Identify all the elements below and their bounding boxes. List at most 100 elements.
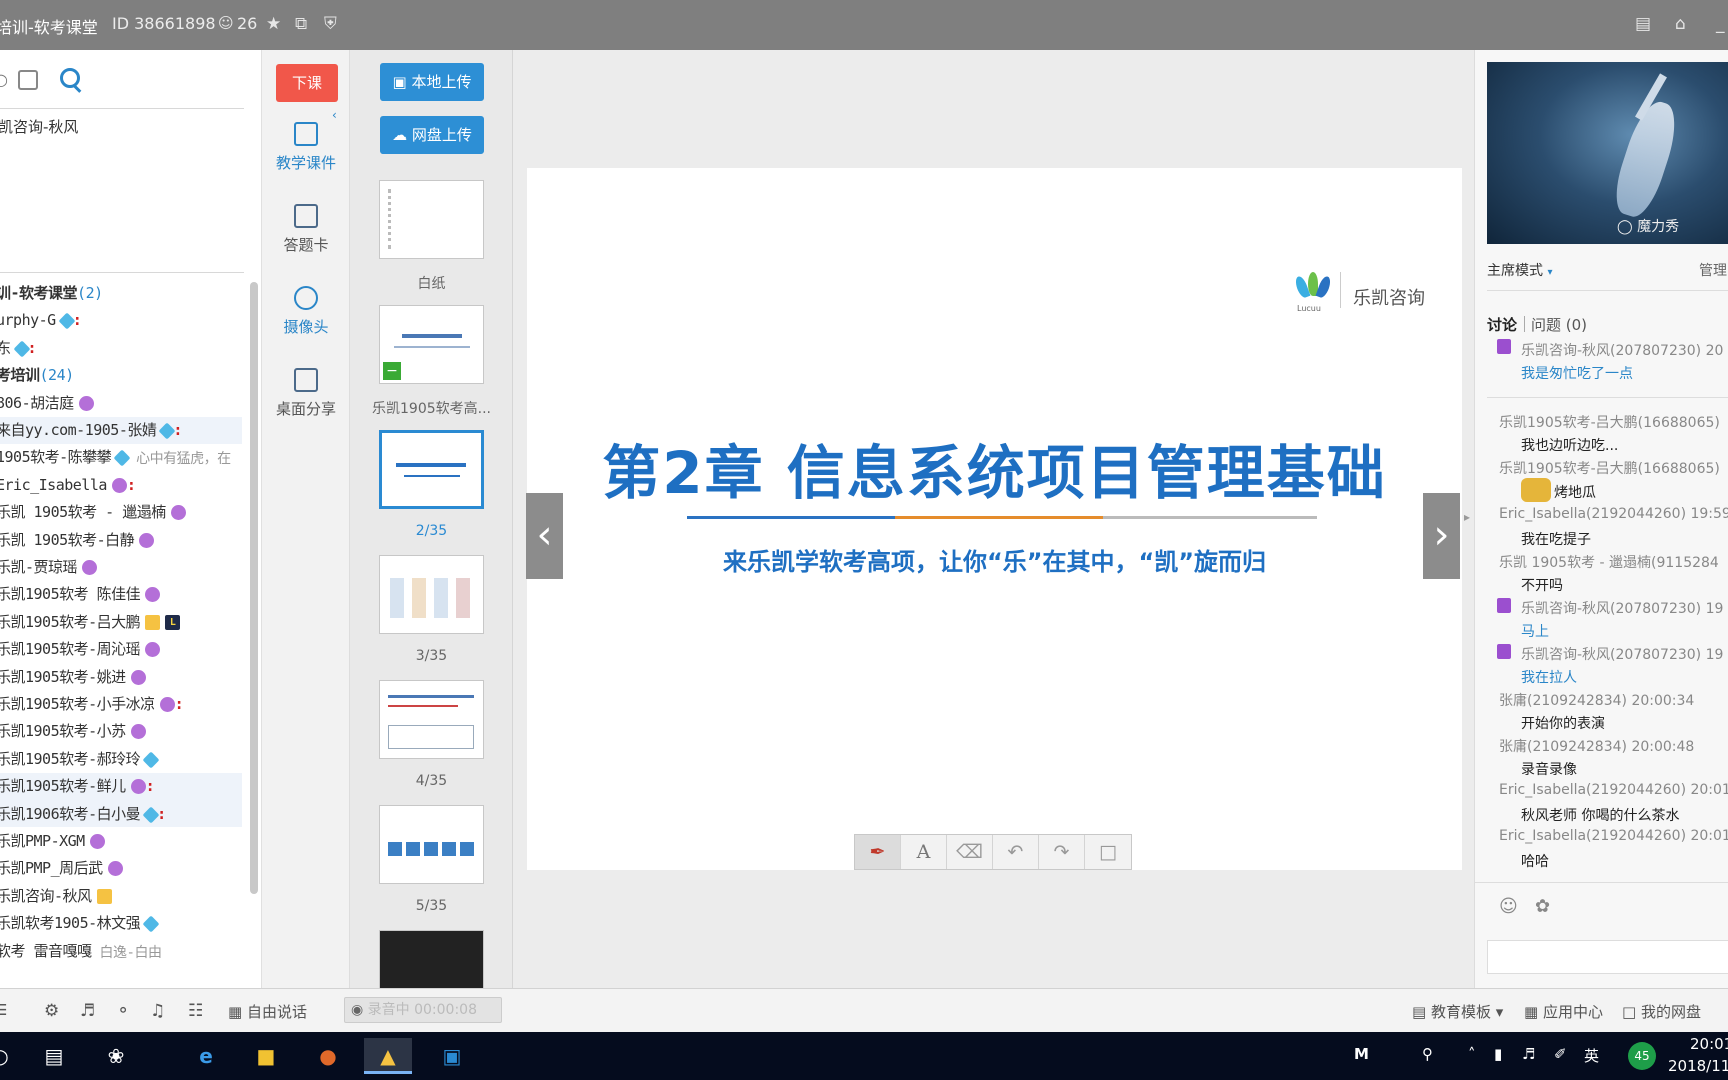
tool-answer-card[interactable]: 答题卡	[262, 204, 350, 255]
mode-selector[interactable]: 主席模式 ▾	[1487, 260, 1552, 280]
member-row[interactable]: 1905软考-陈攀攀 心中有猛虎，在	[0, 444, 242, 471]
member-row[interactable]: 乐凯软考1905-林文强	[0, 910, 242, 937]
lock-icon[interactable]: □	[1085, 835, 1131, 869]
skin-icon[interactable]: ⌂	[1675, 14, 1686, 34]
microphone-icon[interactable]: ⚬	[116, 1001, 130, 1021]
courseware-thumb-file[interactable]: −	[379, 305, 484, 384]
courseware-thumb-page-2[interactable]	[379, 430, 484, 509]
undo-icon[interactable]: ↶	[993, 835, 1039, 869]
tool-camera[interactable]: 摄像头	[262, 286, 350, 337]
tray-volume-icon[interactable]: ♬	[1522, 1045, 1535, 1063]
mic-badge-icon	[130, 779, 146, 794]
status-left-icon[interactable]: ☰	[0, 1001, 7, 1019]
tray-battery-icon[interactable]: ▮	[1494, 1045, 1502, 1063]
member-row[interactable]: 乐凯1905软考 陈佳佳	[0, 581, 242, 608]
tool-desktop-share[interactable]: 桌面分享	[262, 368, 350, 419]
member-row[interactable]: 乐凯PMP_周后武	[0, 855, 242, 882]
member-row[interactable]: 乐凯1905软考-吕大鹏 L	[0, 609, 242, 636]
app-mascot-icon[interactable]: ●	[304, 1038, 352, 1074]
member-row[interactable]: 乐凯-贾琼瑶	[0, 554, 242, 581]
courseware-thumb-blank[interactable]	[379, 180, 484, 259]
app-center-button[interactable]: ▦ 应用中心	[1524, 1001, 1603, 1022]
member-row[interactable]: 软考 雷音嘎嘎 白逸-白由	[0, 938, 242, 965]
tab-discussion[interactable]: 讨论	[1487, 314, 1517, 335]
mixer-icon[interactable]: ☷	[188, 1001, 203, 1021]
member-row[interactable]: 乐凯 1905软考 - 邋遢楠	[0, 499, 242, 526]
favorite-star-icon[interactable]: ★	[266, 14, 281, 34]
tray-expand-icon[interactable]: ˄	[1468, 1045, 1476, 1063]
dancer-figure	[1607, 96, 1685, 222]
member-row[interactable]: 东:	[0, 335, 242, 362]
edge-browser-icon[interactable]: e	[182, 1038, 230, 1074]
member-group[interactable]: 考培训(24)	[0, 362, 242, 389]
member-row[interactable]: 乐凯1905软考-小苏	[0, 718, 242, 745]
panel-expand-arrow-icon[interactable]: ▸	[1464, 510, 1470, 524]
search-icon[interactable]	[60, 68, 80, 88]
speaker-icon[interactable]: ♬	[80, 1001, 95, 1021]
shield-icon[interactable]: ⛨	[324, 14, 337, 34]
task-view-icon[interactable]: ▤	[30, 1038, 78, 1074]
member-list-scrollbar[interactable]	[250, 282, 258, 894]
text-tool-icon[interactable]: A	[901, 835, 947, 869]
edit-list-icon[interactable]	[18, 70, 38, 90]
collapse-chevron-icon[interactable]: ‹	[332, 108, 337, 122]
local-upload-button[interactable]: ▣ 本地上传	[380, 63, 484, 101]
emoji-icon[interactable]: ☺	[1499, 896, 1518, 917]
tray-pen-icon[interactable]: ✐	[1554, 1045, 1567, 1063]
my-cloud-button[interactable]: □ 我的网盘	[1622, 1001, 1701, 1022]
member-row[interactable]: 乐凯 1905软考-白静	[0, 527, 242, 554]
courseware-thumb-page-5[interactable]	[379, 805, 484, 884]
notification-badge[interactable]: 45	[1628, 1042, 1656, 1070]
member-row[interactable]: 乐凯1906软考-白小曼:	[0, 801, 242, 828]
record-button[interactable]: ◉ 录音中 00:00:08	[344, 997, 502, 1023]
member-row[interactable]: 乐凯1905软考-小手冰凉:	[0, 691, 242, 718]
member-row[interactable]: 来自yy.com-1905-张婧:	[0, 417, 242, 444]
next-page-button[interactable]: ›	[1423, 493, 1460, 579]
cloud-upload-button[interactable]: ☁ 网盘上传	[380, 116, 484, 154]
eraser-tool-icon[interactable]: ⌫	[947, 835, 993, 869]
member-row[interactable]: Eric_Isabella:	[0, 472, 242, 499]
ime-indicator[interactable]: 英	[1584, 1045, 1599, 1066]
member-row[interactable]: 乐凯1905软考-周沁瑶	[0, 636, 242, 663]
yy-app-icon[interactable]: ▲	[364, 1038, 412, 1074]
file-explorer-icon[interactable]: ■	[242, 1038, 290, 1074]
free-speech-mode[interactable]: ▦ 自由说话	[228, 1001, 307, 1022]
flower-icon[interactable]: ✿	[1535, 896, 1550, 917]
member-row[interactable]: 乐凯1905软考-姚进	[0, 664, 242, 691]
chat-input[interactable]	[1487, 940, 1728, 974]
blue-app-icon[interactable]: ▣	[428, 1038, 476, 1074]
manage-link[interactable]: 管理	[1699, 260, 1727, 280]
previous-page-button[interactable]: ‹	[526, 493, 563, 579]
courseware-thumb-page-6[interactable]	[379, 930, 484, 988]
chat-sender: 乐凯1905软考-吕大鹏(16688065)	[1499, 461, 1720, 477]
courseware-thumb-page-3[interactable]	[379, 555, 484, 634]
member-group[interactable]: 训-软考课堂(2)	[0, 280, 242, 307]
slide-canvas[interactable]: Lucuu 乐凯咨询 第2章 信息系统项目管理基础 来乐凯学软考高项，让你“乐”…	[527, 168, 1462, 870]
start-search-icon[interactable]: ○	[0, 1038, 24, 1074]
member-row[interactable]: 乐凯PMP-XGM	[0, 828, 242, 855]
end-class-button[interactable]: 下课	[276, 64, 338, 102]
tool-courseware[interactable]: 教学课件	[262, 122, 350, 173]
settings-gear-icon[interactable]: ⚙	[44, 1001, 59, 1021]
member-row[interactable]: urphy-G:	[0, 307, 242, 334]
app-icon-generic[interactable]: ❀	[92, 1038, 140, 1074]
member-row[interactable]: 乐凯咨询-秋风	[0, 883, 242, 910]
share-icon[interactable]: ⧉	[295, 14, 307, 34]
tray-people-icon[interactable]: ⚲	[1422, 1045, 1433, 1063]
tab-questions[interactable]: 问题 (0)	[1531, 314, 1587, 335]
right-panel: ◯ 魔力秀 主席模式 ▾ 管理 讨论 问题 (0) 乐凯咨询-秋风(207807…	[1474, 50, 1728, 988]
courseware-thumb-page-4[interactable]	[379, 680, 484, 759]
member-row[interactable]: 806-胡洁庭	[0, 390, 242, 417]
layout-icon[interactable]: ▤	[1635, 14, 1651, 34]
edu-template-menu[interactable]: ▤ 教育模板 ▾	[1412, 1001, 1503, 1022]
video-window[interactable]: ◯ 魔力秀	[1487, 62, 1728, 244]
member-name: 1905软考-陈攀攀	[0, 448, 112, 466]
member-row[interactable]: 乐凯1905软考-郝玲玲	[0, 746, 242, 773]
settings-icon[interactable]: ○	[0, 70, 8, 89]
brush-tool-icon[interactable]: ✒	[855, 835, 901, 869]
minimize-icon[interactable]: _	[1716, 14, 1725, 34]
member-name: 软考 雷音嘎嘎	[0, 942, 92, 960]
redo-icon[interactable]: ↷	[1039, 835, 1085, 869]
music-icon[interactable]: ♫	[150, 1001, 165, 1021]
tray-m-icon[interactable]: M	[1354, 1045, 1369, 1063]
